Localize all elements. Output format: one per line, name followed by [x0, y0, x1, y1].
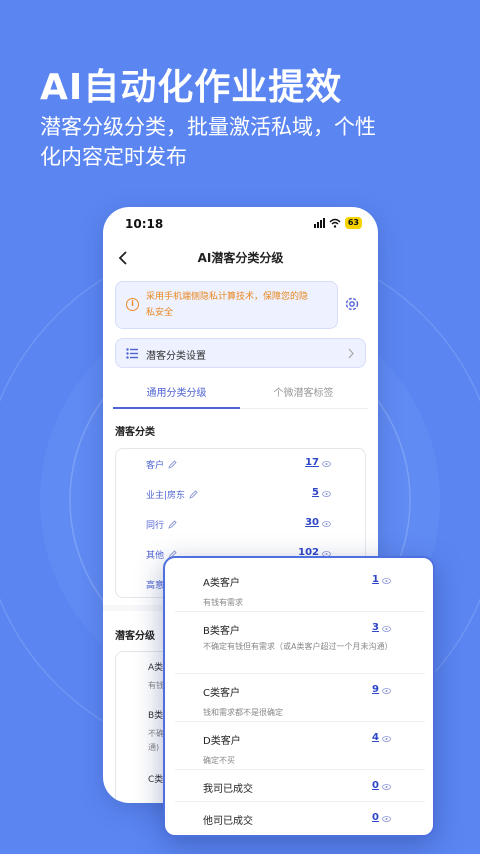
hero-headline: AI自动化作业提效 — [40, 67, 343, 108]
grading-popup-card: A类客户 有钱有需求 1 B类客户 不确定有钱但有需求（或A类客户超过一个月未沟… — [163, 556, 435, 837]
table-row[interactable]: A类客户 有钱有需求 1 — [175, 564, 425, 612]
hero-subline: 潜客分级分类，批量激活私域，个性 化内容定时发布 — [40, 112, 440, 172]
eye-icon — [322, 521, 331, 527]
eye-icon — [382, 816, 391, 822]
eye-icon — [382, 578, 391, 584]
grade-desc: 有钱有需求 — [203, 598, 243, 607]
edit-icon[interactable] — [189, 490, 198, 499]
grade-count[interactable]: 9 — [372, 684, 379, 695]
grade-count[interactable]: 1 — [372, 574, 379, 585]
notice-line-2: 私安全 — [146, 308, 174, 318]
status-icons: 63 — [313, 217, 362, 229]
grade-title: A类 — [148, 663, 164, 673]
eye-icon — [322, 461, 331, 467]
grade-title: B类客户 — [203, 626, 240, 637]
grade-count[interactable]: 3 — [372, 622, 379, 633]
table-row[interactable]: C类客户 钱和需求都不是很确定 9 — [175, 674, 425, 722]
grade-desc: 不确定有钱但有需求（或A类客户超过一个月未沟通） — [203, 642, 393, 651]
category-label: 客户 — [146, 458, 177, 471]
page-title: AI潜客分类分级 — [197, 251, 284, 265]
category-settings-label: 潜客分类设置 — [146, 351, 206, 362]
table-row[interactable]: B类客户 不确定有钱但有需求（或A类客户超过一个月未沟通） 3 — [175, 612, 425, 674]
grade-title: C类客户 — [203, 688, 240, 699]
category-name: 客户 — [146, 461, 165, 471]
edit-icon[interactable] — [168, 520, 177, 529]
grade-count[interactable]: 4 — [372, 732, 379, 743]
eye-icon — [382, 626, 391, 632]
category-count[interactable]: 17 — [305, 457, 319, 468]
gear-icon[interactable] — [344, 296, 360, 312]
grade-desc: 不确 — [148, 729, 164, 738]
grade-title: D类客户 — [203, 736, 241, 747]
list-item[interactable]: 同行 30 — [116, 509, 365, 539]
table-row[interactable]: 我司已成交 0 — [175, 770, 425, 802]
notice-line-1: 采用手机端侧隐私计算技术，保障您的隐 — [146, 292, 309, 302]
category-label: 高意 — [146, 581, 165, 591]
nav-bar: AI潜客分类分级 — [103, 243, 378, 275]
tab-general-grading[interactable]: 通用分类分级 — [113, 384, 240, 399]
info-icon: i — [126, 298, 139, 311]
grade-desc: 通) — [148, 743, 160, 752]
category-name: 其他 — [146, 551, 165, 561]
grade-title: B类 — [148, 711, 164, 721]
hero-sub-line-1: 潜客分级分类，批量激活私域，个性 — [40, 115, 376, 139]
category-label: 业主|房东 — [146, 488, 198, 501]
hero-sub-line-2: 化内容定时发布 — [40, 145, 187, 169]
category-name: 业主|房东 — [146, 491, 186, 501]
battery-indicator: 63 — [344, 217, 362, 229]
grade-title: 我司已成交 — [203, 784, 253, 795]
privacy-notice: i 采用手机端侧隐私计算技术，保障您的隐 私安全 — [115, 281, 338, 329]
edit-icon[interactable] — [168, 460, 177, 469]
list-icon — [126, 348, 138, 359]
grade-count[interactable]: 0 — [372, 780, 379, 791]
eye-icon — [382, 736, 391, 742]
active-tab-indicator — [113, 407, 240, 409]
table-row[interactable]: 他司已成交 0 — [175, 802, 425, 834]
eye-icon — [382, 688, 391, 694]
table-row[interactable]: D类客户 确定不买 4 — [175, 722, 425, 770]
category-settings-button[interactable]: 潜客分类设置 — [115, 338, 366, 368]
grade-desc: 钱和需求都不是很确定 — [203, 708, 283, 717]
privacy-notice-text: 采用手机端侧隐私计算技术，保障您的隐 私安全 — [146, 289, 332, 321]
grade-count[interactable]: 0 — [372, 812, 379, 823]
grade-title: C类 — [148, 775, 164, 785]
chevron-right-icon — [348, 348, 354, 359]
grade-title: 他司已成交 — [203, 816, 253, 827]
category-section-title: 潜客分类 — [115, 427, 155, 438]
list-item[interactable]: 业主|房东 5 — [116, 479, 365, 509]
category-name: 同行 — [146, 521, 165, 531]
category-count[interactable]: 5 — [312, 487, 319, 498]
category-label: 同行 — [146, 518, 177, 531]
grading-section-title: 潜客分级 — [115, 631, 155, 642]
signal-icon — [313, 218, 325, 228]
grade-desc: 有钱 — [148, 681, 164, 690]
tab-wechat-tags[interactable]: 个微潜客标签 — [240, 384, 367, 399]
status-time: 10:18 — [125, 217, 164, 231]
grade-title: A类客户 — [203, 578, 240, 589]
wifi-icon — [329, 218, 341, 228]
grade-desc: 确定不买 — [203, 756, 235, 765]
eye-icon — [382, 784, 391, 790]
tab-bar: 通用分类分级 个微潜客标签 — [113, 379, 368, 409]
eye-icon — [322, 491, 331, 497]
status-bar: 10:18 63 — [103, 207, 378, 241]
list-item[interactable]: 客户 17 — [116, 449, 365, 479]
category-count[interactable]: 30 — [305, 517, 319, 528]
